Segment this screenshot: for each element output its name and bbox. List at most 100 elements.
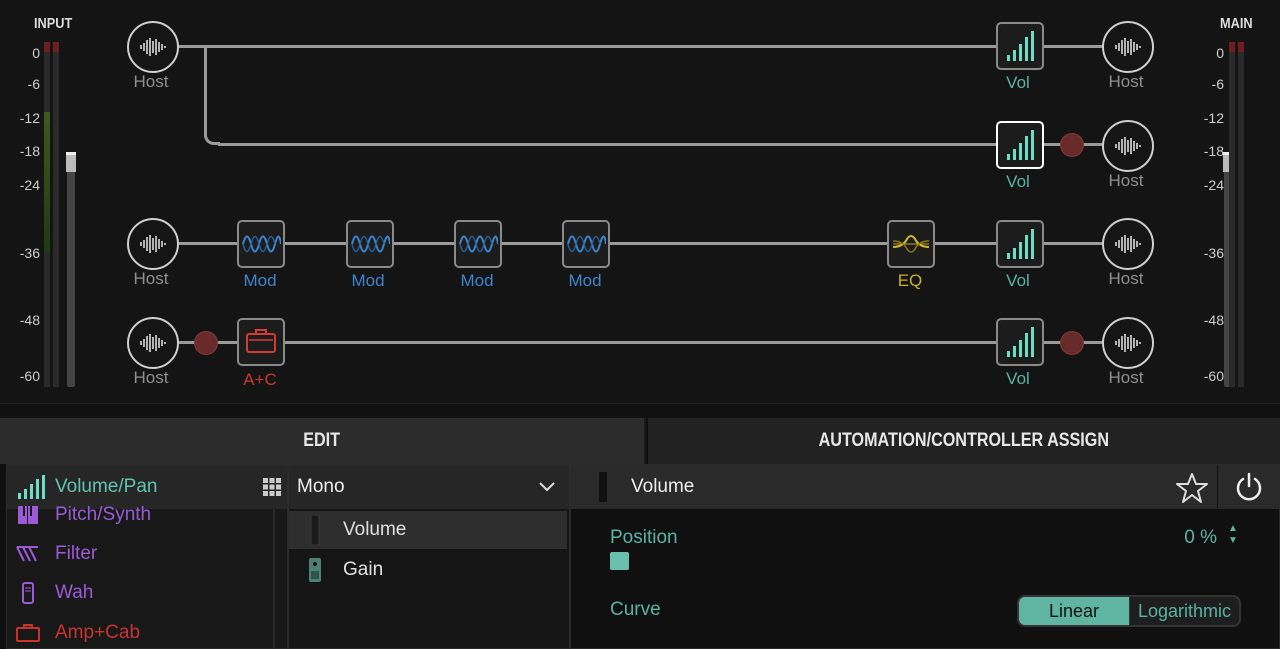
drag-handle[interactable]	[599, 472, 607, 502]
row3-mod4-label: Mod	[568, 271, 602, 290]
grid-view-icon[interactable]	[263, 478, 281, 496]
power-button[interactable]	[1217, 465, 1279, 509]
wire-split-vertical	[204, 45, 207, 137]
row3-vol-block[interactable]	[996, 220, 1044, 268]
input-scale-0: 0	[32, 45, 40, 61]
row3-input-host-node[interactable]	[127, 218, 179, 270]
row3-mod2-block[interactable]	[346, 220, 394, 268]
category-item-amp-cab[interactable]: Amp+Cab	[15, 618, 140, 648]
main-meter-right	[1238, 42, 1244, 387]
tab-edit[interactable]: EDIT	[0, 418, 644, 464]
curve-option-logarithmic[interactable]: Logarithmic	[1129, 597, 1239, 625]
row3-eq-block[interactable]	[887, 220, 935, 268]
category-selected-label: Volume/Pan	[55, 476, 158, 497]
category-item-pitch-synth[interactable]: Pitch/Synth	[15, 503, 151, 527]
tab-automation-label: AUTOMATION/CONTROLLER ASSIGN	[818, 430, 1110, 451]
row3-mod4-block[interactable]	[562, 220, 610, 268]
wire-row2	[218, 143, 1104, 146]
row3-mod3-label: Mod	[460, 271, 494, 290]
model-item-volume[interactable]: Volume	[289, 511, 567, 549]
category-item-label: Amp+Cab	[55, 622, 141, 643]
row1-input-host-node[interactable]	[127, 21, 179, 73]
modulation-wave-icon	[459, 235, 498, 253]
main-scale-18: -18	[1203, 143, 1224, 159]
wah-pedal-icon	[15, 582, 41, 604]
input-meter-right	[53, 42, 59, 387]
category-item-label: Wah	[55, 582, 94, 603]
tab-automation[interactable]: AUTOMATION/CONTROLLER ASSIGN	[646, 418, 1280, 464]
row4-output-host-node[interactable]	[1102, 317, 1154, 369]
waveform-icon	[1115, 334, 1141, 352]
category-list: Volume/Pan Pitch/Synth Filter Wah Amp+Ca…	[6, 464, 288, 649]
row4-empty-slot[interactable]	[194, 331, 218, 355]
category-scrollbar[interactable]	[273, 509, 275, 649]
row4-input-host-label: Host	[133, 368, 169, 387]
volume-bars-icon	[1007, 31, 1034, 61]
input-meter-left	[44, 42, 50, 387]
input-meter-title: INPUT	[34, 15, 73, 32]
row3-output-host-label: Host	[1108, 269, 1144, 288]
model-item-gain[interactable]: Gain	[289, 551, 567, 589]
row3-mod3-block[interactable]	[454, 220, 502, 268]
row4-amp-cab-label: A+C	[243, 370, 277, 389]
model-item-label: Gain	[343, 559, 384, 580]
row3-eq-label: EQ	[897, 271, 923, 290]
position-label: Position	[610, 527, 678, 548]
row4-empty-slot-right[interactable]	[1060, 331, 1084, 355]
curve-label: Curve	[610, 599, 661, 620]
volume-pedal-icon	[295, 515, 335, 545]
favorite-star-icon[interactable]	[1175, 471, 1209, 505]
modulation-wave-icon	[351, 235, 390, 253]
curve-option-linear[interactable]: Linear	[1019, 597, 1129, 625]
row3-mod1-label: Mod	[243, 271, 277, 290]
input-scale-18: -18	[19, 143, 40, 159]
amp-cab-icon	[246, 329, 276, 353]
position-value[interactable]: 0 %	[1184, 527, 1217, 549]
row1-output-host-node[interactable]	[1102, 21, 1154, 73]
input-scale-24: -24	[19, 177, 40, 193]
row3-mod1-block[interactable]	[237, 220, 285, 268]
category-item-wah[interactable]: Wah	[15, 578, 93, 608]
main-scale-6: -6	[1211, 76, 1224, 92]
curve-selector: Linear Logarithmic	[1017, 595, 1241, 627]
input-scale-60: -60	[19, 368, 40, 384]
row1-vol-block[interactable]	[996, 22, 1044, 70]
main-scale-24: -24	[1203, 177, 1224, 193]
input-scale-12: -12	[19, 110, 40, 126]
row4-input-host-node[interactable]	[127, 317, 179, 369]
volume-bars-icon	[1007, 327, 1034, 357]
row1-input-host-label: Host	[133, 72, 169, 91]
input-scale-48: -48	[19, 312, 40, 328]
model-type-label: Mono	[297, 476, 345, 497]
row2-output-host-label: Host	[1108, 171, 1144, 190]
main-meter-left	[1229, 42, 1235, 387]
input-fader-handle[interactable]	[66, 152, 76, 172]
row4-output-host-label: Host	[1108, 368, 1144, 387]
input-fader[interactable]	[66, 152, 76, 387]
volume-bars-icon	[1007, 130, 1034, 160]
position-slider-handle[interactable]	[610, 552, 629, 570]
row2-empty-slot[interactable]	[1060, 133, 1084, 157]
modulation-wave-icon	[242, 235, 281, 253]
row3-output-host-node[interactable]	[1102, 218, 1154, 270]
waveform-icon	[140, 235, 166, 253]
model-type-dropdown[interactable]: Mono	[289, 465, 569, 509]
filter-icon	[15, 545, 41, 563]
row2-vol-block[interactable]	[996, 121, 1044, 169]
category-item-filter[interactable]: Filter	[15, 539, 97, 569]
category-item-label: Pitch/Synth	[55, 504, 152, 525]
edit-tabs: EDIT AUTOMATION/CONTROLLER ASSIGN	[0, 418, 1280, 464]
row2-output-host-node[interactable]	[1102, 120, 1154, 172]
position-stepper[interactable]: ▲ ▼	[1227, 523, 1239, 551]
eq-curve-icon	[892, 235, 930, 253]
main-scale-0: 0	[1216, 45, 1224, 61]
main-meter-title: MAIN	[1220, 15, 1253, 32]
main-scale-36: -36	[1203, 245, 1224, 261]
wire-row3	[178, 242, 1104, 245]
row4-amp-cab-block[interactable]	[237, 318, 285, 366]
tab-edit-label: EDIT	[303, 430, 341, 451]
row2-vol-label: Vol	[1006, 172, 1030, 191]
row4-vol-block[interactable]	[996, 318, 1044, 366]
edit-panel: Volume/Pan Pitch/Synth Filter Wah Amp+Ca…	[0, 464, 1280, 649]
parameter-header: Volume	[571, 465, 1279, 509]
